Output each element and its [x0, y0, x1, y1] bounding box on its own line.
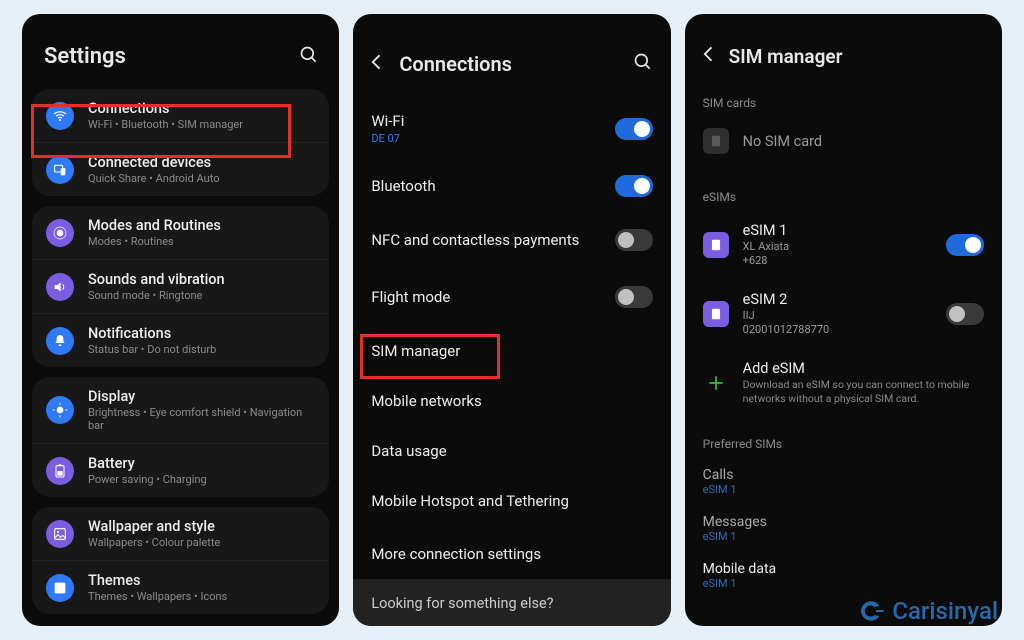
settings-item-themes[interactable]: ThemesThemes • Wallpapers • Icons: [32, 560, 329, 614]
esim-row-esim-2[interactable]: eSIM 2IIJ02001012788770: [685, 279, 1002, 348]
item-title: Wi-Fi: [371, 112, 404, 130]
item-title: Mobile Hotspot and Tethering: [371, 492, 569, 510]
wifi-icon: [46, 102, 74, 130]
esim-number: +628: [743, 254, 789, 267]
settings-item-sounds-and-vibration[interactable]: Sounds and vibrationSound mode • Rington…: [32, 259, 329, 313]
connections-item-mobile-networks[interactable]: Mobile networks: [353, 376, 670, 426]
esim-name: eSIM 1: [743, 222, 789, 239]
item-title: Battery: [88, 455, 207, 472]
wallpaper-icon: [46, 520, 74, 548]
settings-item-modes-and-routines[interactable]: Modes and RoutinesModes • Routines: [32, 206, 329, 259]
item-title: Sounds and vibration: [88, 271, 225, 288]
item-title: Flight mode: [371, 288, 450, 306]
item-subtitle: DE 07: [371, 132, 404, 145]
toggle[interactable]: [615, 229, 653, 251]
item-title: Display: [88, 388, 315, 405]
settings-item-connections[interactable]: ConnectionsWi-Fi • Bluetooth • SIM manag…: [32, 89, 329, 142]
display-icon: [46, 396, 74, 424]
sound-icon: [46, 273, 74, 301]
settings-item-wallpaper-and-style[interactable]: Wallpaper and styleWallpapers • Colour p…: [32, 507, 329, 560]
settings-screen: Settings ConnectionsWi-Fi • Bluetooth • …: [22, 14, 339, 626]
connections-item-flight-mode[interactable]: Flight mode: [353, 270, 670, 324]
back-icon[interactable]: [367, 52, 387, 76]
sim-icon: [703, 301, 729, 327]
settings-item-display[interactable]: DisplayBrightness • Eye comfort shield •…: [32, 377, 329, 443]
esim-carrier: IIJ: [743, 309, 830, 322]
item-title: SIM manager: [371, 342, 460, 360]
page-title: Settings: [44, 44, 126, 69]
esim-number: 02001012788770: [743, 323, 830, 336]
preferred-calls[interactable]: CallseSIM 1: [685, 457, 1002, 504]
connections-screen: Connections Wi-Fi DE 07 Bluetooth NFC and c…: [353, 14, 670, 626]
toggle[interactable]: [946, 303, 984, 325]
connections-item-nfc-and-contactless-payments[interactable]: NFC and contactless payments: [353, 213, 670, 267]
themes-icon: [46, 574, 74, 602]
section-preferred: Preferred SIMs: [685, 427, 1002, 457]
add-esim-row[interactable]: Add eSIM Download an eSIM so you can con…: [685, 348, 1002, 417]
item-subtitle: Wi-Fi • Bluetooth • SIM manager: [88, 118, 243, 131]
battery-icon: [46, 457, 74, 485]
item-title: Notifications: [88, 325, 216, 342]
item-subtitle: Sound mode • Ringtone: [88, 289, 225, 302]
esim-row-esim-1[interactable]: eSIM 1XL Axiata+628: [685, 210, 1002, 279]
page-title: SIM manager: [729, 45, 843, 68]
sim-manager-screen: SIM manager SIM cards No SIM card eSIMs …: [685, 14, 1002, 626]
routines-icon: [46, 219, 74, 247]
item-subtitle: Wallpapers • Colour palette: [88, 536, 220, 549]
toggle[interactable]: [946, 234, 984, 256]
item-title: Mobile networks: [371, 392, 481, 410]
item-subtitle: Modes • Routines: [88, 235, 221, 248]
section-esims: eSIMs: [685, 180, 1002, 210]
bell-icon: [46, 327, 74, 355]
connections-item-more-connection-settings[interactable]: More connection settings: [353, 529, 670, 579]
settings-item-connected-devices[interactable]: Connected devicesQuick Share • Android A…: [32, 142, 329, 196]
pref-value: eSIM 1: [685, 483, 1002, 504]
toggle[interactable]: [615, 118, 653, 140]
item-subtitle: Quick Share • Android Auto: [88, 172, 219, 185]
toggle[interactable]: [615, 286, 653, 308]
page-title: Connections: [399, 52, 624, 76]
settings-item-battery[interactable]: BatteryPower saving • Charging: [32, 443, 329, 497]
back-icon[interactable]: [699, 44, 719, 68]
search-icon[interactable]: [299, 45, 319, 69]
preferred-messages[interactable]: MessageseSIM 1: [685, 504, 1002, 551]
pref-label: Mobile data: [685, 551, 1002, 577]
preferred-mobile-data[interactable]: Mobile dataeSIM 1: [685, 551, 1002, 598]
item-subtitle: Brightness • Eye comfort shield • Naviga…: [88, 406, 315, 432]
item-title: Data usage: [371, 442, 446, 460]
section-sim-cards: SIM cards: [685, 86, 1002, 116]
looking-for-something[interactable]: Looking for something else?: [353, 579, 670, 626]
sim-icon: [703, 128, 729, 154]
no-sim-row: No SIM card: [685, 116, 1002, 166]
item-title: NFC and contactless payments: [371, 231, 579, 249]
connections-item-wi-fi[interactable]: Wi-Fi DE 07: [353, 98, 670, 159]
pref-value: eSIM 1: [685, 530, 1002, 551]
item-subtitle: Themes • Wallpapers • Icons: [88, 590, 227, 603]
connections-item-sim-manager[interactable]: SIM manager: [353, 326, 670, 376]
plus-icon: [703, 370, 729, 396]
search-icon[interactable]: [633, 52, 653, 76]
pref-label: Calls: [685, 457, 1002, 483]
esim-name: eSIM 2: [743, 291, 830, 308]
item-title: Bluetooth: [371, 177, 435, 195]
pref-label: Messages: [685, 504, 1002, 530]
item-subtitle: Power saving • Charging: [88, 473, 207, 486]
settings-item-notifications[interactable]: NotificationsStatus bar • Do not disturb: [32, 313, 329, 367]
devices-icon: [46, 156, 74, 184]
connections-item-mobile-hotspot-and-tethering[interactable]: Mobile Hotspot and Tethering: [353, 476, 670, 526]
connections-item-data-usage[interactable]: Data usage: [353, 426, 670, 476]
esim-carrier: XL Axiata: [743, 240, 789, 253]
pref-value: eSIM 1: [685, 577, 1002, 598]
sim-icon: [703, 232, 729, 258]
item-title: Themes: [88, 572, 227, 589]
item-title: Wallpaper and style: [88, 518, 220, 535]
connections-item-bluetooth[interactable]: Bluetooth: [353, 159, 670, 213]
item-title: Connections: [88, 100, 243, 117]
item-title: Modes and Routines: [88, 217, 221, 234]
toggle[interactable]: [615, 175, 653, 197]
item-title: Connected devices: [88, 154, 219, 171]
item-title: More connection settings: [371, 545, 541, 563]
item-subtitle: Status bar • Do not disturb: [88, 343, 216, 356]
